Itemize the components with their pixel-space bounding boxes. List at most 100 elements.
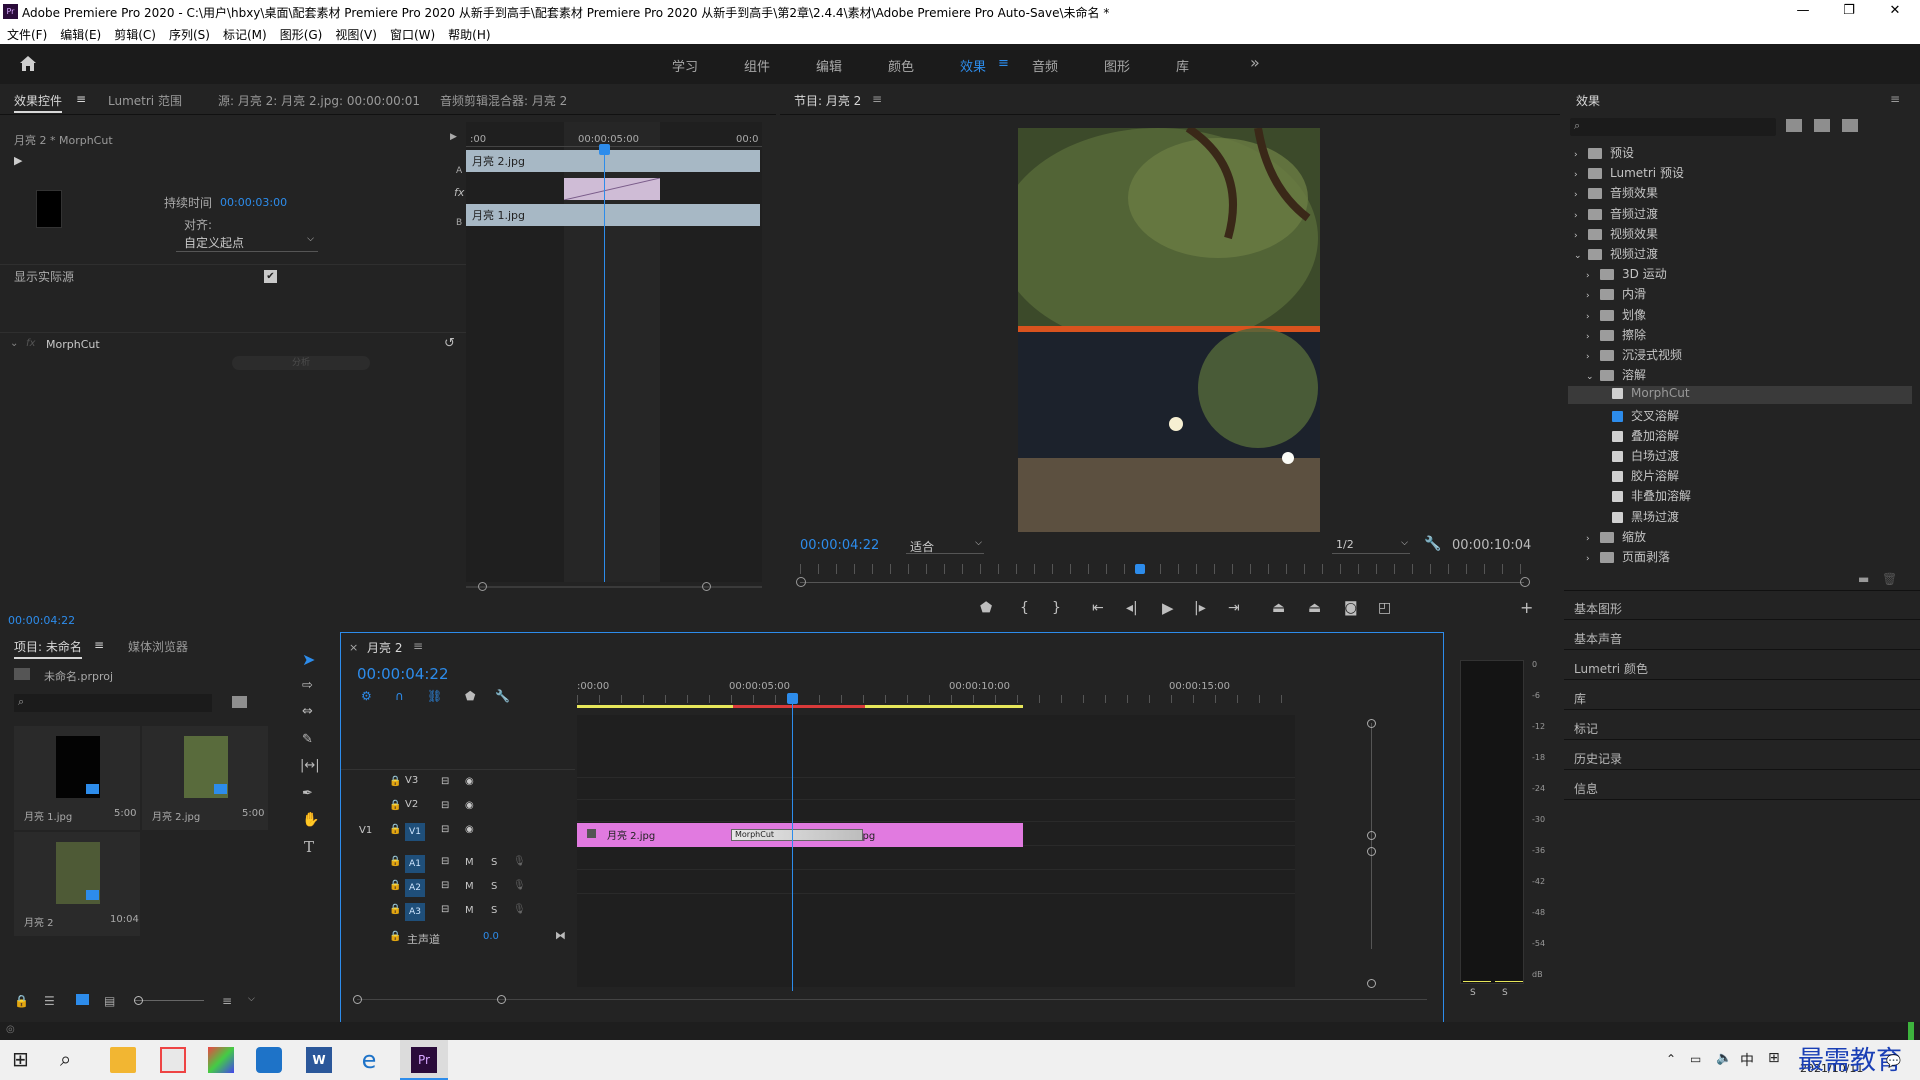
effects-title[interactable]: 效果 <box>1576 92 1600 109</box>
workspace-menu-icon[interactable]: ≡ <box>998 56 1009 71</box>
minimize-button[interactable]: — <box>1780 0 1826 24</box>
effects-tree-item[interactable]: › 擦除 <box>1568 326 1912 344</box>
play-transition-icon[interactable]: ▶ <box>14 154 22 167</box>
32bit-effects-icon[interactable] <box>1814 119 1830 132</box>
track-select-tool-icon[interactable]: ⇨ <box>302 678 313 693</box>
collapsed-panel-tab[interactable]: 库 <box>1564 682 1920 710</box>
effects-tree-item[interactable]: 叠加溶解 <box>1568 427 1912 445</box>
go-to-in-icon[interactable]: ⇤ <box>1092 600 1104 616</box>
more-workspaces-icon[interactable]: » <box>1250 53 1260 72</box>
eye-icon[interactable]: ◉ <box>465 824 474 835</box>
accelerated-effects-icon[interactable] <box>1786 119 1802 132</box>
expand-arrow-icon[interactable]: ▶ <box>450 132 457 142</box>
workspace-libraries[interactable]: 库 <box>1176 56 1189 75</box>
project-item[interactable]: 月亮 1.jpg 5:00 <box>14 726 140 830</box>
mute-button[interactable]: M <box>465 881 474 892</box>
mini-transition[interactable] <box>564 178 660 200</box>
menu-marker[interactable]: 标记(M) <box>216 24 273 43</box>
timeline-transition[interactable]: MorphCut <box>731 829 863 841</box>
mini-playhead-handle[interactable] <box>599 144 610 155</box>
lift-icon[interactable]: ⏏ <box>1272 600 1285 616</box>
play-icon[interactable]: ▶ <box>1162 599 1174 617</box>
sequence-menu-icon[interactable]: ≡ <box>413 639 423 653</box>
track-target-button[interactable]: A2 <box>405 879 425 897</box>
comparison-view-icon[interactable]: ◰ <box>1378 600 1391 616</box>
eye-icon[interactable]: ◉ <box>465 776 474 787</box>
effects-tree-item[interactable]: › 3D 运动 <box>1568 265 1912 283</box>
workspace-effects[interactable]: 效果 <box>960 56 986 75</box>
chevron-right-icon[interactable]: › <box>1586 271 1600 281</box>
collapsed-panel-tab[interactable]: 基本声音 <box>1564 622 1920 650</box>
chevron-right-icon[interactable]: › <box>1586 554 1600 564</box>
track-target-button[interactable]: A3 <box>405 903 425 921</box>
mini-scroll-end[interactable] <box>702 582 711 591</box>
project-item[interactable]: 月亮 2 10:04 <box>14 832 140 936</box>
track-lock-icon[interactable]: 🔒 <box>389 776 401 787</box>
effects-tree-item[interactable]: 胶片溶解 <box>1568 467 1912 485</box>
collapse-chevron-icon[interactable]: ⌄ <box>10 338 18 349</box>
track-lock-icon[interactable]: 🔒 <box>389 904 401 915</box>
zoom-slider[interactable] <box>134 1000 204 1001</box>
menu-edit[interactable]: 编辑(E) <box>53 24 107 43</box>
reset-icon[interactable]: ↺ <box>444 336 455 351</box>
effects-tree-item[interactable]: 白场过渡 <box>1568 447 1912 465</box>
vscroll-mid[interactable] <box>1367 831 1376 840</box>
chevron-down-icon[interactable]: ⌄ <box>1574 251 1588 261</box>
ripple-edit-tool-icon[interactable]: ⇔ <box>302 704 313 719</box>
effects-tree-item[interactable]: › 音频效果 <box>1568 184 1912 202</box>
effects-tree-item[interactable]: › 划像 <box>1568 306 1912 324</box>
volume-icon[interactable]: 🔈 <box>1716 1051 1732 1066</box>
file-explorer-icon[interactable] <box>110 1047 136 1073</box>
add-button-icon[interactable]: + <box>1520 598 1533 617</box>
program-playhead[interactable] <box>1135 564 1146 574</box>
workspace-learn[interactable]: 学习 <box>672 56 698 75</box>
vscroll-mid2[interactable] <box>1367 847 1376 856</box>
hscroll-start[interactable] <box>353 995 362 1004</box>
program-scrollbar[interactable] <box>800 582 1524 583</box>
export-frame-icon[interactable]: ◙ <box>1344 600 1358 616</box>
chevron-right-icon[interactable]: › <box>1586 312 1600 322</box>
duration-value[interactable]: 00:00:03:00 <box>220 196 287 209</box>
sync-lock-icon[interactable]: ⊟ <box>441 776 449 787</box>
edge-icon[interactable]: e <box>356 1047 382 1073</box>
effects-tree-item[interactable]: › 沉浸式视频 <box>1568 346 1912 364</box>
mini-scrollbar[interactable] <box>466 586 762 588</box>
timeline-ruler[interactable] <box>577 695 1295 703</box>
resolution-dropdown[interactable]: 1/2 ⌵ <box>1332 538 1410 554</box>
icon-view-icon[interactable] <box>76 994 89 1005</box>
snap-icon[interactable]: ∩ <box>395 689 404 703</box>
maximize-button[interactable]: ❐ <box>1826 0 1872 24</box>
mini-scroll-start[interactable] <box>478 582 487 591</box>
fit-dropdown[interactable]: 适合 ⌵ <box>906 538 984 554</box>
track-target-button[interactable]: V3 <box>405 775 418 786</box>
track-lock-icon[interactable]: 🔒 <box>389 856 401 867</box>
sequence-tab[interactable]: 月亮 2 <box>367 639 402 656</box>
program-ruler[interactable] <box>800 564 1524 574</box>
program-menu-icon[interactable]: ≡ <box>872 92 882 106</box>
effects-tree-item[interactable]: › 内滑 <box>1568 285 1912 303</box>
analyze-button[interactable]: 分析 <box>232 356 370 370</box>
menu-file[interactable]: 文件(F) <box>0 24 53 43</box>
vscroll-top[interactable] <box>1367 719 1376 728</box>
effects-tree-item[interactable]: ⌄ 视频过渡 <box>1568 245 1912 263</box>
premiere-taskbar-button[interactable]: Pr <box>400 1040 448 1080</box>
effects-search-input[interactable]: ⌕ <box>1570 118 1776 136</box>
step-back-icon[interactable]: ◂| <box>1126 600 1138 616</box>
sort-icon[interactable]: ≡ <box>222 994 232 1008</box>
slip-tool-icon[interactable]: |↔| <box>300 758 320 773</box>
tray-up-icon[interactable]: ⌃ <box>1666 1052 1676 1066</box>
collapsed-panel-tab[interactable]: Lumetri 颜色 <box>1564 652 1920 680</box>
workspace-audio[interactable]: 音频 <box>1032 56 1058 75</box>
add-marker-icon[interactable]: ⬟ <box>980 600 992 616</box>
chevron-right-icon[interactable]: › <box>1574 190 1588 200</box>
menu-view[interactable]: 视图(V) <box>328 24 383 43</box>
nest-toggle-icon[interactable]: ⚙ <box>361 689 372 703</box>
tab-media-browser[interactable]: 媒体浏览器 <box>128 638 188 655</box>
program-scroll-end[interactable] <box>1520 577 1530 587</box>
collapsed-panel-tab[interactable]: 标记 <box>1564 712 1920 740</box>
timeline-playhead-handle[interactable] <box>786 693 798 704</box>
timeline-playhead[interactable] <box>791 695 793 991</box>
collapsed-panel-tab[interactable]: 信息 <box>1564 772 1920 800</box>
mini-clip-a[interactable]: 月亮 2.jpg <box>466 150 760 172</box>
timeline-timecode[interactable]: 00:00:04:22 <box>357 665 449 683</box>
